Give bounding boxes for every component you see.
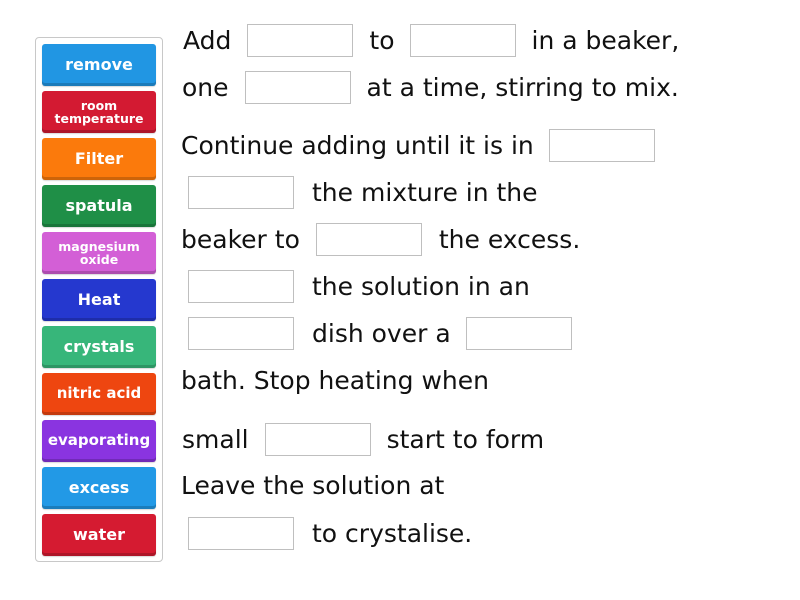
blank-8[interactable] — [188, 316, 294, 350]
blank-11[interactable] — [188, 516, 294, 550]
blank-7[interactable] — [188, 269, 294, 303]
answer-tile-bank: remove room temperature Filter spatula m… — [35, 37, 163, 562]
activity-stage: remove room temperature Filter spatula m… — [0, 0, 800, 600]
text-fragment: small — [182, 424, 249, 454]
tile-evaporating[interactable]: evaporating — [42, 420, 156, 462]
text-fragment: start to form — [386, 424, 545, 454]
sentence-line-6: the solution in an — [188, 268, 530, 304]
text-fragment: Continue adding until it is in — [181, 130, 534, 160]
sentence-line-7: dish over a — [188, 315, 572, 351]
sentence-line-3: Continue adding until it is in — [181, 127, 655, 163]
text-fragment: the excess. — [438, 224, 581, 254]
tile-nitric-acid[interactable]: nitric acid — [42, 373, 156, 415]
text-fragment: to — [369, 25, 395, 55]
blank-6[interactable] — [315, 222, 422, 256]
tile-water[interactable]: water — [42, 514, 156, 556]
blank-1[interactable] — [247, 23, 354, 57]
tile-crystals[interactable]: crystals — [42, 326, 156, 368]
tile-excess[interactable]: excess — [42, 467, 156, 509]
text-fragment: to crystalise. — [312, 518, 473, 548]
blank-5[interactable] — [188, 175, 294, 209]
sentence-line-5: beaker to the excess. — [181, 221, 580, 257]
text-fragment: the mixture in the — [312, 177, 538, 207]
sentence-line-10: Leave the solution at — [181, 467, 444, 503]
text-fragment: Add — [183, 25, 232, 55]
text-fragment: at a time, stirring to mix. — [366, 72, 679, 102]
text-fragment: one — [182, 72, 229, 102]
tile-room-temperature[interactable]: room temperature — [42, 91, 156, 133]
sentence-line-1: Add to in a beaker, — [183, 22, 679, 58]
sentence-line-9: small start to form — [182, 421, 544, 457]
tile-filter[interactable]: Filter — [42, 138, 156, 180]
text-fragment: dish over a — [312, 318, 451, 348]
blank-3[interactable] — [244, 70, 351, 104]
text-fragment: the solution in an — [312, 271, 530, 301]
tile-magnesium-oxide[interactable]: magnesium oxide — [42, 232, 156, 274]
blank-4[interactable] — [548, 128, 655, 162]
blank-2[interactable] — [409, 23, 516, 57]
text-fragment: bath. Stop heating when — [181, 365, 489, 395]
sentence-line-4: the mixture in the — [188, 174, 538, 210]
sentence-line-2: one at a time, stirring to mix. — [182, 69, 679, 105]
blank-9[interactable] — [465, 316, 572, 350]
text-fragment: Leave the solution at — [181, 470, 445, 500]
text-fragment: beaker to — [181, 224, 300, 254]
text-fragment: in a beaker, — [531, 25, 680, 55]
tile-heat[interactable]: Heat — [42, 279, 156, 321]
tile-remove[interactable]: remove — [42, 44, 156, 86]
tile-spatula[interactable]: spatula — [42, 185, 156, 227]
blank-10[interactable] — [264, 422, 371, 456]
sentence-line-8: bath. Stop heating when — [181, 362, 489, 398]
sentence-line-11: to crystalise. — [188, 515, 472, 551]
